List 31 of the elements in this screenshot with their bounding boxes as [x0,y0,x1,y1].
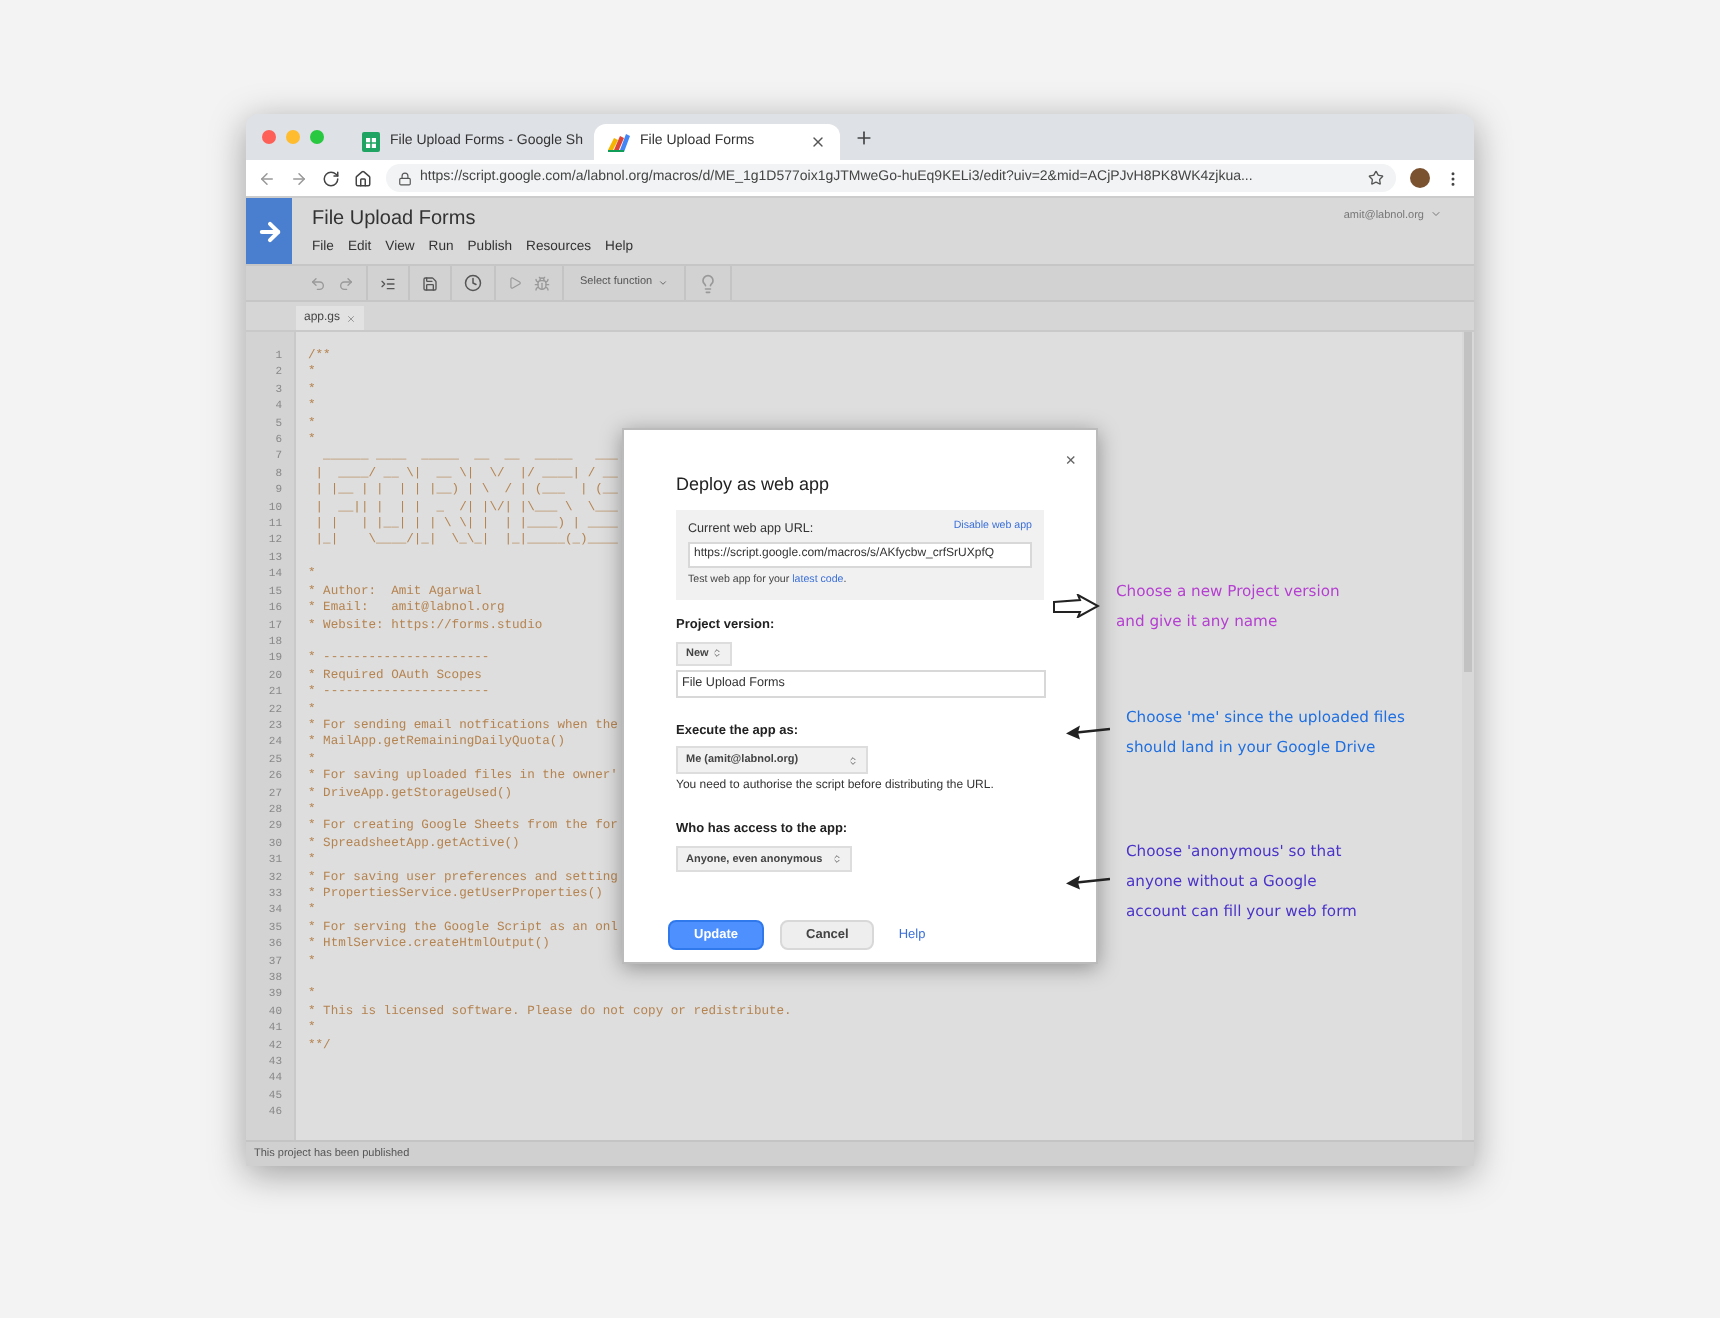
arrow [1066,873,1110,889]
dropdown-caret-icon[interactable] [1430,208,1442,220]
undo-icon[interactable] [310,275,326,291]
avatar[interactable] [1410,168,1430,188]
arrow-icon [255,217,283,245]
project-title: File Upload Forms [312,208,478,232]
arrow [1066,724,1110,740]
redo-icon[interactable] [338,275,354,291]
spreadsheet-icon [362,132,380,152]
reload-icon[interactable] [322,169,340,187]
select-arrows-icon [712,648,723,659]
debug-icon[interactable] [534,275,550,291]
select-arrows-icon [848,755,858,766]
home-icon[interactable] [354,169,372,187]
select-arrows-icon [832,854,842,865]
new-tab-icon[interactable] [854,127,874,147]
indent-icon[interactable] [380,275,396,291]
forward-icon[interactable] [290,169,308,187]
caret-icon [658,278,669,288]
bookmark-star-icon[interactable] [1368,170,1384,186]
scrollbar[interactable] [1462,332,1474,1140]
dialog-title: Deploy as web app [676,472,832,498]
script-logo-icon [608,133,630,151]
close-button[interactable]: × [1065,450,1076,470]
run-icon[interactable] [508,276,522,290]
clock-icon[interactable] [464,274,482,292]
back-icon[interactable] [258,169,276,187]
save-icon[interactable] [422,275,438,291]
lightbulb-icon[interactable] [698,273,719,293]
close-icon[interactable] [810,134,826,150]
lock-icon [398,171,412,185]
